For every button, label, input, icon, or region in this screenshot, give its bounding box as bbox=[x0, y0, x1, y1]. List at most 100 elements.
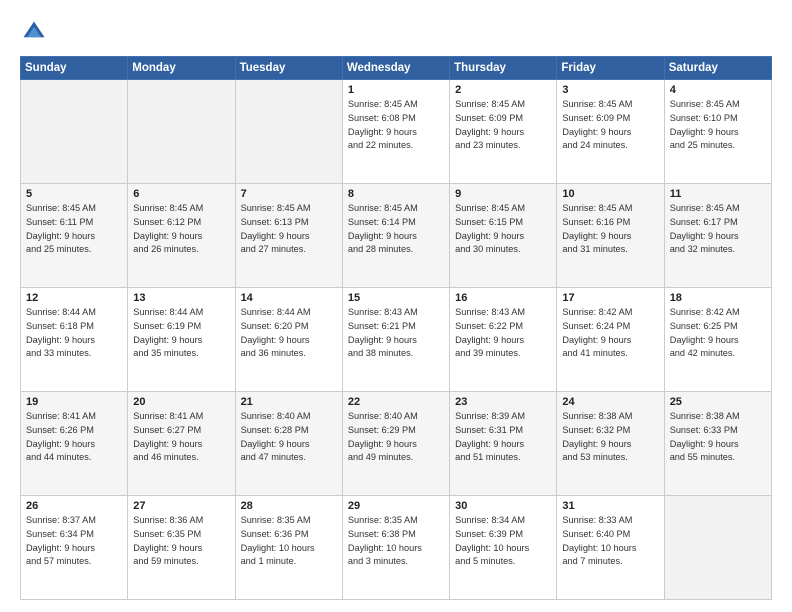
day-info: Sunrise: 8:38 AM Sunset: 6:32 PM Dayligh… bbox=[562, 410, 658, 465]
day-info: Sunrise: 8:45 AM Sunset: 6:08 PM Dayligh… bbox=[348, 98, 444, 153]
day-info: Sunrise: 8:44 AM Sunset: 6:18 PM Dayligh… bbox=[26, 306, 122, 361]
day-number: 4 bbox=[670, 84, 766, 96]
day-info: Sunrise: 8:35 AM Sunset: 6:36 PM Dayligh… bbox=[241, 514, 337, 569]
day-number: 27 bbox=[133, 500, 229, 512]
calendar-cell: 15Sunrise: 8:43 AM Sunset: 6:21 PM Dayli… bbox=[342, 288, 449, 392]
weekday-row: SundayMondayTuesdayWednesdayThursdayFrid… bbox=[21, 57, 772, 80]
day-info: Sunrise: 8:45 AM Sunset: 6:10 PM Dayligh… bbox=[670, 98, 766, 153]
day-info: Sunrise: 8:42 AM Sunset: 6:24 PM Dayligh… bbox=[562, 306, 658, 361]
calendar-cell: 5Sunrise: 8:45 AM Sunset: 6:11 PM Daylig… bbox=[21, 184, 128, 288]
calendar-table: SundayMondayTuesdayWednesdayThursdayFrid… bbox=[20, 56, 772, 600]
day-info: Sunrise: 8:45 AM Sunset: 6:15 PM Dayligh… bbox=[455, 202, 551, 257]
calendar-cell: 28 Sunrise: 8:35 AM Sunset: 6:36 PM Dayli… bbox=[235, 496, 342, 600]
day-info: Sunrise: 8:36 AM Sunset: 6:35 PM Dayligh… bbox=[133, 514, 229, 569]
calendar-cell: 26Sunrise: 8:37 AM Sunset: 6:34 PM Dayli… bbox=[21, 496, 128, 600]
calendar-cell: 17 Sunrise: 8:42 AM Sunset: 6:24 PM Dayli… bbox=[557, 288, 664, 392]
day-info: Sunrise: 8:44 AM Sunset: 6:19 PM Dayligh… bbox=[133, 306, 229, 361]
day-number: 6 bbox=[133, 188, 229, 200]
day-info: Sunrise: 8:45 AM Sunset: 6:09 PM Dayligh… bbox=[455, 98, 551, 153]
calendar-cell: 23 Sunrise: 8:39 AM Sunset: 6:31 PM Dayli… bbox=[450, 392, 557, 496]
weekday-header: Wednesday bbox=[342, 57, 449, 80]
day-number: 25 bbox=[670, 396, 766, 408]
weekday-header: Tuesday bbox=[235, 57, 342, 80]
day-info: Sunrise: 8:38 AM Sunset: 6:33 PM Dayligh… bbox=[670, 410, 766, 465]
day-number: 16 bbox=[455, 292, 551, 304]
calendar-body: 1Sunrise: 8:45 AM Sunset: 6:08 PM Daylig… bbox=[21, 80, 772, 600]
weekday-header: Friday bbox=[557, 57, 664, 80]
day-info: Sunrise: 8:39 AM Sunset: 6:31 PM Dayligh… bbox=[455, 410, 551, 465]
calendar-cell: 20Sunrise: 8:41 AM Sunset: 6:27 PM Dayli… bbox=[128, 392, 235, 496]
calendar-cell: 30 Sunrise: 8:34 AM Sunset: 6:39 PM Dayli… bbox=[450, 496, 557, 600]
day-number: 19 bbox=[26, 396, 122, 408]
weekday-header: Saturday bbox=[664, 57, 771, 80]
calendar-cell: 24 Sunrise: 8:38 AM Sunset: 6:32 PM Dayli… bbox=[557, 392, 664, 496]
calendar-cell bbox=[235, 80, 342, 184]
day-number: 2 bbox=[455, 84, 551, 96]
calendar-cell: 10Sunrise: 8:45 AM Sunset: 6:16 PM Dayli… bbox=[557, 184, 664, 288]
calendar-header: SundayMondayTuesdayWednesdayThursdayFrid… bbox=[21, 57, 772, 80]
header bbox=[20, 18, 772, 46]
calendar-cell: 21Sunrise: 8:40 AM Sunset: 6:28 PM Dayli… bbox=[235, 392, 342, 496]
day-info: Sunrise: 8:40 AM Sunset: 6:29 PM Dayligh… bbox=[348, 410, 444, 465]
day-info: Sunrise: 8:45 AM Sunset: 6:16 PM Dayligh… bbox=[562, 202, 658, 257]
weekday-header: Monday bbox=[128, 57, 235, 80]
day-info: Sunrise: 8:41 AM Sunset: 6:27 PM Dayligh… bbox=[133, 410, 229, 465]
weekday-header: Sunday bbox=[21, 57, 128, 80]
day-info: Sunrise: 8:41 AM Sunset: 6:26 PM Dayligh… bbox=[26, 410, 122, 465]
calendar-cell: 12 Sunrise: 8:44 AM Sunset: 6:18 PM Dayli… bbox=[21, 288, 128, 392]
calendar-cell: 13 Sunrise: 8:44 AM Sunset: 6:19 PM Dayli… bbox=[128, 288, 235, 392]
day-info: Sunrise: 8:45 AM Sunset: 6:12 PM Dayligh… bbox=[133, 202, 229, 257]
calendar-week-row: 12 Sunrise: 8:44 AM Sunset: 6:18 PM Dayli… bbox=[21, 288, 772, 392]
day-number: 7 bbox=[241, 188, 337, 200]
calendar-cell: 18 Sunrise: 8:42 AM Sunset: 6:25 PM Dayli… bbox=[664, 288, 771, 392]
calendar-cell: 7 Sunrise: 8:45 AM Sunset: 6:13 PM Daylig… bbox=[235, 184, 342, 288]
page: SundayMondayTuesdayWednesdayThursdayFrid… bbox=[0, 0, 792, 612]
day-info: Sunrise: 8:45 AM Sunset: 6:13 PM Dayligh… bbox=[241, 202, 337, 257]
logo bbox=[20, 18, 52, 46]
calendar-cell: 22 Sunrise: 8:40 AM Sunset: 6:29 PM Dayli… bbox=[342, 392, 449, 496]
calendar-cell: 1Sunrise: 8:45 AM Sunset: 6:08 PM Daylig… bbox=[342, 80, 449, 184]
day-info: Sunrise: 8:35 AM Sunset: 6:38 PM Dayligh… bbox=[348, 514, 444, 569]
day-number: 3 bbox=[562, 84, 658, 96]
calendar-cell: 31Sunrise: 8:33 AM Sunset: 6:40 PM Dayli… bbox=[557, 496, 664, 600]
day-info: Sunrise: 8:42 AM Sunset: 6:25 PM Dayligh… bbox=[670, 306, 766, 361]
day-number: 26 bbox=[26, 500, 122, 512]
day-info: Sunrise: 8:45 AM Sunset: 6:14 PM Dayligh… bbox=[348, 202, 444, 257]
calendar-cell: 2 Sunrise: 8:45 AM Sunset: 6:09 PM Daylig… bbox=[450, 80, 557, 184]
day-info: Sunrise: 8:44 AM Sunset: 6:20 PM Dayligh… bbox=[241, 306, 337, 361]
day-number: 13 bbox=[133, 292, 229, 304]
day-info: Sunrise: 8:40 AM Sunset: 6:28 PM Dayligh… bbox=[241, 410, 337, 465]
calendar-week-row: 1Sunrise: 8:45 AM Sunset: 6:08 PM Daylig… bbox=[21, 80, 772, 184]
calendar-cell bbox=[664, 496, 771, 600]
day-info: Sunrise: 8:43 AM Sunset: 6:21 PM Dayligh… bbox=[348, 306, 444, 361]
day-number: 5 bbox=[26, 188, 122, 200]
day-number: 8 bbox=[348, 188, 444, 200]
day-number: 23 bbox=[455, 396, 551, 408]
calendar-cell: 4 Sunrise: 8:45 AM Sunset: 6:10 PM Daylig… bbox=[664, 80, 771, 184]
calendar-cell: 16 Sunrise: 8:43 AM Sunset: 6:22 PM Dayli… bbox=[450, 288, 557, 392]
day-number: 17 bbox=[562, 292, 658, 304]
day-number: 11 bbox=[670, 188, 766, 200]
day-number: 28 bbox=[241, 500, 337, 512]
day-number: 14 bbox=[241, 292, 337, 304]
calendar-cell bbox=[128, 80, 235, 184]
calendar-cell: 11 Sunrise: 8:45 AM Sunset: 6:17 PM Dayli… bbox=[664, 184, 771, 288]
day-number: 12 bbox=[26, 292, 122, 304]
day-number: 29 bbox=[348, 500, 444, 512]
calendar-cell: 8 Sunrise: 8:45 AM Sunset: 6:14 PM Daylig… bbox=[342, 184, 449, 288]
calendar-cell: 19 Sunrise: 8:41 AM Sunset: 6:26 PM Dayli… bbox=[21, 392, 128, 496]
weekday-header: Thursday bbox=[450, 57, 557, 80]
calendar-cell: 27 Sunrise: 8:36 AM Sunset: 6:35 PM Dayli… bbox=[128, 496, 235, 600]
day-number: 30 bbox=[455, 500, 551, 512]
day-info: Sunrise: 8:45 AM Sunset: 6:17 PM Dayligh… bbox=[670, 202, 766, 257]
calendar-cell: 6 Sunrise: 8:45 AM Sunset: 6:12 PM Daylig… bbox=[128, 184, 235, 288]
day-number: 24 bbox=[562, 396, 658, 408]
calendar-week-row: 19 Sunrise: 8:41 AM Sunset: 6:26 PM Dayli… bbox=[21, 392, 772, 496]
day-info: Sunrise: 8:34 AM Sunset: 6:39 PM Dayligh… bbox=[455, 514, 551, 569]
day-number: 18 bbox=[670, 292, 766, 304]
day-number: 22 bbox=[348, 396, 444, 408]
calendar-week-row: 26Sunrise: 8:37 AM Sunset: 6:34 PM Dayli… bbox=[21, 496, 772, 600]
day-info: Sunrise: 8:43 AM Sunset: 6:22 PM Dayligh… bbox=[455, 306, 551, 361]
calendar-cell: 3Sunrise: 8:45 AM Sunset: 6:09 PM Daylig… bbox=[557, 80, 664, 184]
day-number: 9 bbox=[455, 188, 551, 200]
